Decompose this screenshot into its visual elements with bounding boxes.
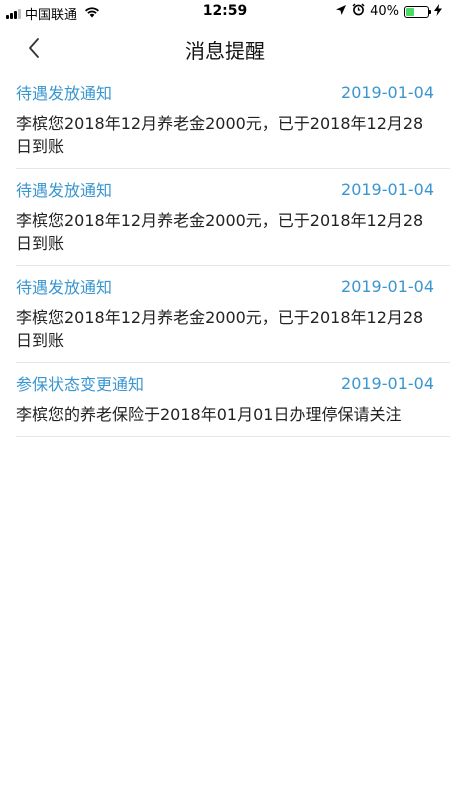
alarm-icon (352, 3, 365, 20)
battery-icon (404, 5, 431, 18)
message-date: 2019-01-04 (341, 179, 434, 199)
location-icon (335, 4, 347, 20)
message-date: 2019-01-04 (341, 373, 434, 393)
message-date: 2019-01-04 (341, 82, 434, 102)
message-title: 待遇发放通知 (16, 278, 113, 297)
message-body: 李槟您2018年12月养老金2000元，已于2018年12月28日到账 (16, 308, 424, 350)
message-title: 待遇发放通知 (16, 181, 113, 200)
message-title: 参保状态变更通知 (16, 375, 145, 394)
charging-icon (434, 3, 442, 20)
page-title: 消息提醒 (185, 39, 265, 63)
message-item[interactable]: 待遇发放通知 2019-01-04 李槟您2018年12月养老金2000元，已于… (16, 169, 450, 266)
message-body: 李槟您2018年12月养老金2000元，已于2018年12月28日到账 (16, 211, 424, 253)
message-item[interactable]: 待遇发放通知 2019-01-04 李槟您2018年12月养老金2000元，已于… (16, 266, 450, 363)
message-list: 待遇发放通知 2019-01-04 李槟您2018年12月养老金2000元，已于… (16, 72, 450, 437)
nav-bar: 消息提醒 (0, 24, 450, 72)
message-body: 李槟您2018年12月养老金2000元，已于2018年12月28日到账 (16, 114, 424, 156)
message-item[interactable]: 待遇发放通知 2019-01-04 李槟您2018年12月养老金2000元，已于… (16, 72, 450, 169)
battery-percent: 40% (370, 4, 399, 19)
message-title: 待遇发放通知 (16, 84, 113, 103)
message-item[interactable]: 参保状态变更通知 2019-01-04 李槟您的养老保险于2018年01月01日… (16, 363, 450, 437)
message-body: 李槟您的养老保险于2018年01月01日办理停保请关注 (16, 405, 402, 424)
message-date: 2019-01-04 (341, 276, 434, 296)
status-bar: 中国联通 12:59 40% (0, 0, 450, 24)
